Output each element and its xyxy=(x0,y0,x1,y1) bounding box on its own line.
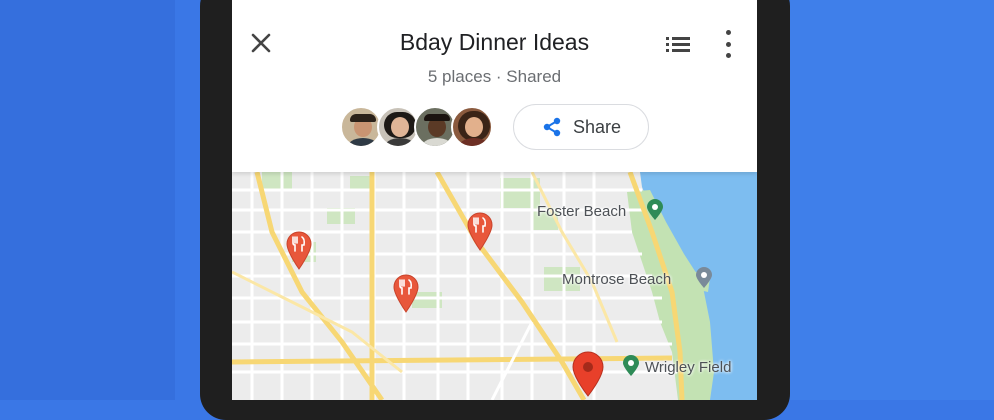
list-view-icon xyxy=(666,37,690,52)
share-button-label: Share xyxy=(572,116,622,137)
close-button[interactable] xyxy=(246,28,276,58)
list-header: Bday Dinner Ideas 5 places · Shared Shar… xyxy=(232,0,757,172)
share-button[interactable]: Share xyxy=(513,104,649,150)
list-subtitle: 5 places · Shared xyxy=(427,67,562,86)
restaurant-pin-icon[interactable] xyxy=(285,230,313,270)
avatar[interactable] xyxy=(451,106,493,148)
park-place-marker-icon[interactable] xyxy=(644,199,666,221)
list-view-button[interactable] xyxy=(664,32,692,56)
map-label-wrigley-field[interactable]: Wrigley Field xyxy=(645,359,731,376)
avatar[interactable] xyxy=(414,106,456,148)
map-view[interactable]: Foster Beach Montrose Beach Wrigley Fiel… xyxy=(232,172,757,400)
more-options-button[interactable] xyxy=(720,30,736,58)
beach-place-marker-icon[interactable] xyxy=(693,267,715,289)
avatar[interactable] xyxy=(377,106,419,148)
close-icon xyxy=(251,33,271,53)
more-vert-icon xyxy=(725,30,731,35)
list-title: Bday Dinner Ideas xyxy=(399,29,590,55)
avatar[interactable] xyxy=(340,106,382,148)
restaurant-pin-icon[interactable] xyxy=(466,211,494,251)
share-icon xyxy=(543,117,561,137)
map-label-montrose-beach[interactable]: Montrose Beach xyxy=(562,271,671,288)
restaurant-pin-icon[interactable] xyxy=(392,273,420,313)
phone-screen: Bday Dinner Ideas 5 places · Shared Shar… xyxy=(232,0,757,400)
background-left-panel xyxy=(0,0,175,400)
map-label-foster-beach[interactable]: Foster Beach xyxy=(537,203,626,220)
selected-location-pin-icon[interactable] xyxy=(571,351,605,397)
background-right-panel xyxy=(784,0,994,400)
stadium-place-marker-icon[interactable] xyxy=(620,355,642,377)
